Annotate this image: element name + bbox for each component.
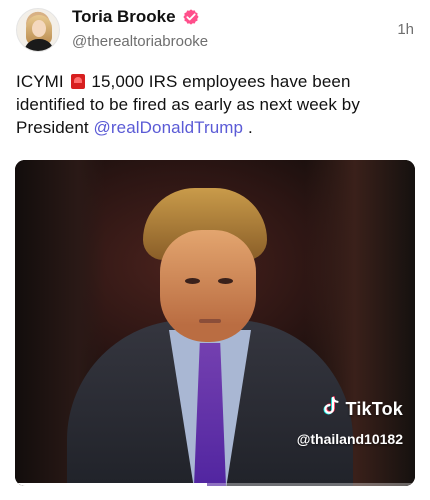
author-name[interactable]: Toria Brooke: [72, 7, 176, 27]
video-progress-bar[interactable]: [15, 483, 415, 486]
video-subject-left-eye: [185, 278, 200, 284]
video-subject-face: [160, 230, 256, 342]
verified-badge-icon: [182, 8, 200, 26]
tiktok-watermark: TikTok @thailand10182: [297, 396, 403, 447]
tiktok-handle: @thailand10182: [296, 431, 403, 447]
post-text-end: .: [247, 118, 253, 137]
post-time[interactable]: 1h: [397, 21, 414, 38]
author-name-row: Toria Brooke: [72, 7, 200, 27]
video-subject-mouth: [199, 319, 221, 323]
police-siren-emoji: [70, 74, 85, 89]
video-progress-fill: [15, 483, 207, 486]
video-media[interactable]: TikTok @thailand10182: [15, 160, 415, 486]
post-body: ICYMI 15,000 IRS employees have been ide…: [16, 70, 414, 139]
tiktok-label: TikTok: [345, 399, 403, 419]
post-text-lead: ICYMI: [16, 72, 64, 91]
tiktok-brand-row: TikTok: [297, 396, 403, 423]
mention-link[interactable]: @realDonaldTrump: [94, 118, 244, 137]
author-avatar[interactable]: [16, 8, 60, 52]
post-header: Toria Brooke @therealtoriabrooke 1h: [16, 6, 414, 54]
avatar-face: [32, 20, 46, 37]
author-handle[interactable]: @therealtoriabrooke: [72, 33, 208, 50]
tiktok-logo-icon: [321, 396, 341, 423]
video-subject-right-eye: [218, 278, 233, 284]
